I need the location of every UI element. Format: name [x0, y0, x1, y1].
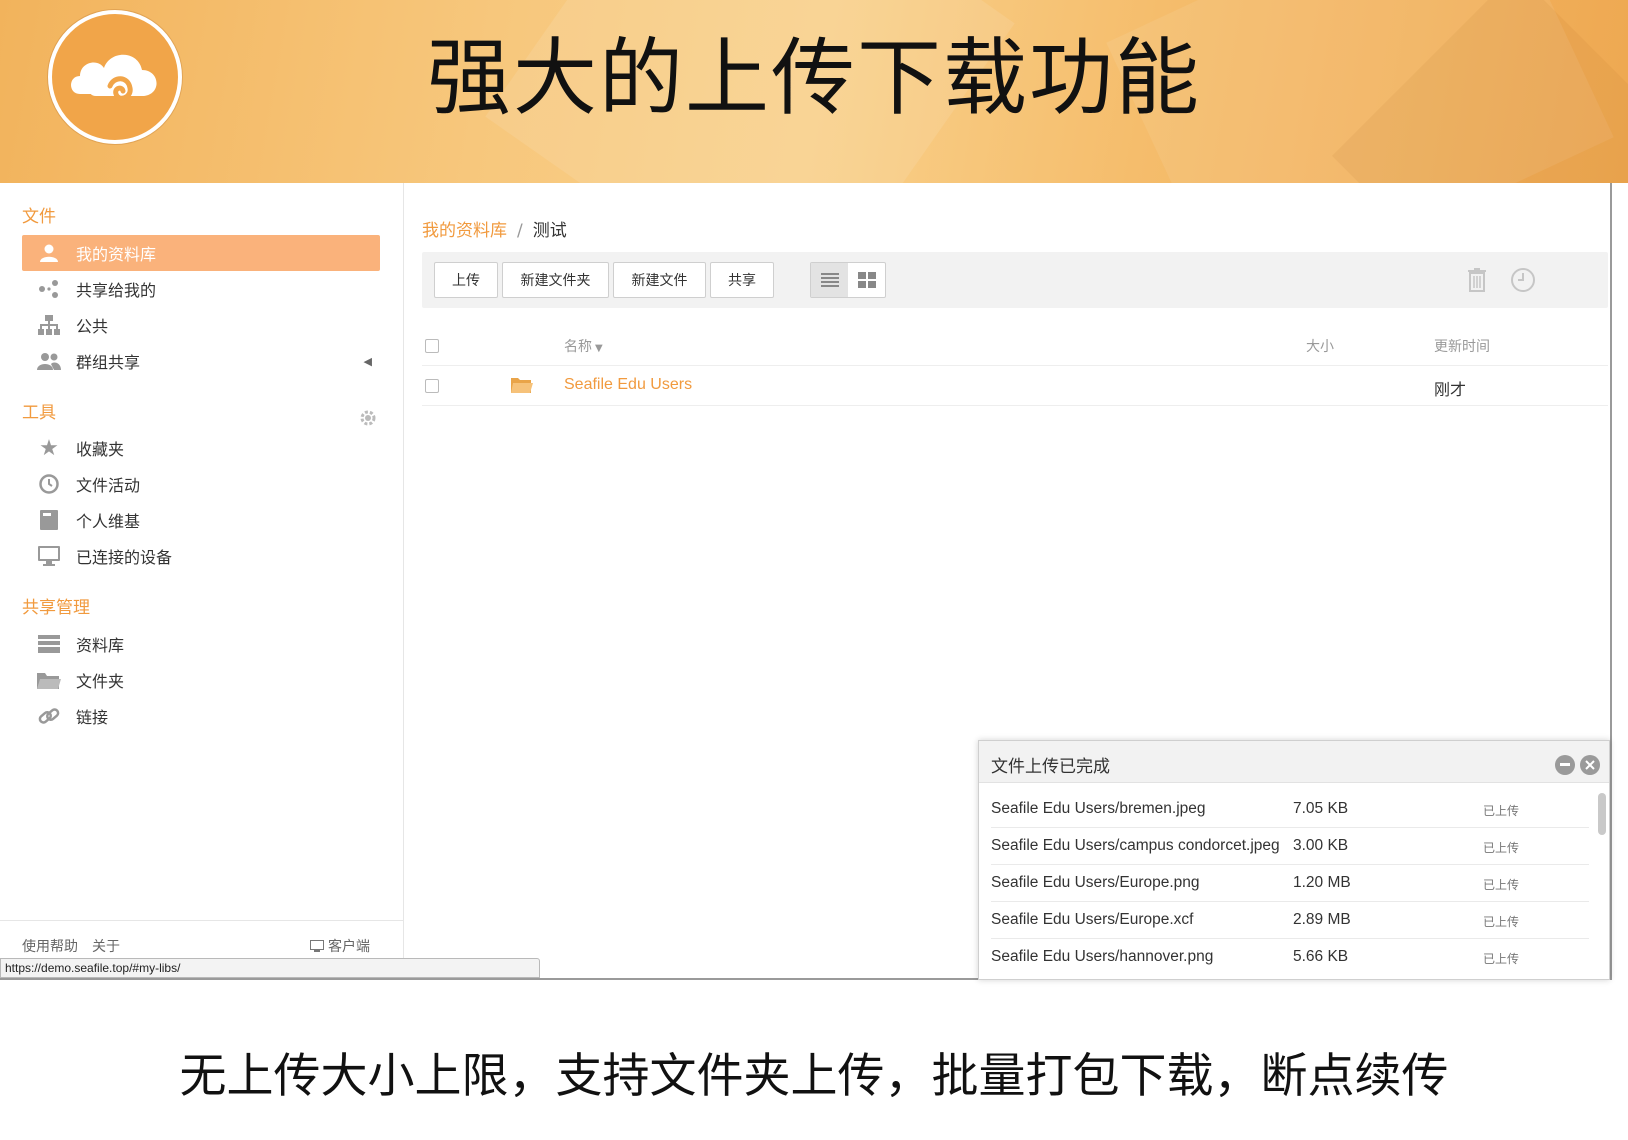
file-table-header: 名称 ▼ 大小 更新时间 — [422, 326, 1608, 366]
table-row[interactable]: Seafile Edu Users 刚才 — [422, 366, 1608, 406]
user-icon — [22, 243, 76, 263]
gear-icon[interactable] — [359, 409, 377, 431]
about-link[interactable]: 关于 — [92, 936, 120, 956]
view-mode-toggle — [810, 262, 886, 298]
share-icon — [22, 279, 76, 299]
sidebar-heading-tools: 工具 — [22, 403, 56, 423]
breadcrumb-separator: / — [517, 221, 523, 241]
sidebar-item-label: 群组共享 — [76, 353, 141, 372]
sidebar-item-group-shares[interactable]: 群组共享 ◀ — [22, 343, 380, 379]
sidebar-item-share-links[interactable]: 链接 — [22, 698, 380, 734]
toolbar: 上传 新建文件夹 新建文件 共享 — [422, 252, 1608, 308]
help-link[interactable]: 使用帮助 — [22, 936, 78, 956]
upload-progress-panel: 文件上传已完成 Seafile Edu Users/bremen.jpeg 7.… — [978, 740, 1610, 980]
select-all-checkbox[interactable] — [425, 339, 439, 353]
list-view-icon[interactable] — [811, 263, 848, 297]
group-icon — [22, 351, 76, 371]
client-label: 客户端 — [328, 939, 370, 955]
banner: 强大的上传下载功能 — [0, 0, 1628, 183]
upload-file-name: Seafile Edu Users/hannover.png — [991, 948, 1214, 965]
upload-file-size: 2.89 MB — [1293, 911, 1351, 928]
upload-status: 已上传 — [1483, 878, 1520, 892]
column-name-header[interactable]: 名称 ▼ — [564, 336, 603, 356]
new-folder-button[interactable]: 新建文件夹 — [502, 262, 609, 298]
trash-icon[interactable] — [1468, 268, 1486, 296]
sidebar-heading-files: 文件 — [22, 207, 56, 227]
sidebar-heading-share-admin: 共享管理 — [22, 598, 90, 618]
sort-down-icon: ▼ — [595, 343, 603, 354]
upload-file-size: 1.20 MB — [1293, 874, 1351, 891]
caret-left-icon[interactable]: ◀ — [364, 355, 372, 368]
upload-item: Seafile Edu Users/bremen.jpeg 7.05 KB 已上… — [991, 791, 1589, 828]
row-updated-time: 刚才 — [1434, 380, 1467, 399]
minimize-icon[interactable] — [1555, 755, 1575, 775]
upload-file-name: Seafile Edu Users/Europe.png — [991, 874, 1200, 891]
sidebar-item-label: 共享给我的 — [76, 281, 157, 300]
banner-title: 强大的上传下载功能 — [426, 29, 1201, 127]
client-link[interactable]: 客户端 — [310, 936, 370, 956]
sidebar-item-activities[interactable]: 文件活动 — [22, 466, 380, 502]
upload-item: Seafile Edu Users/hannover.png 5.66 KB 已… — [991, 939, 1589, 976]
folder-name-link[interactable]: Seafile Edu Users — [564, 376, 692, 394]
folder-icon — [510, 376, 534, 398]
sidebar-item-devices[interactable]: 已连接的设备 — [22, 538, 380, 574]
upload-scrollbar[interactable] — [1598, 793, 1606, 835]
breadcrumb: 我的资料库 / 测试 — [422, 216, 567, 241]
sidebar-item-label: 公共 — [76, 317, 109, 336]
org-tree-icon — [22, 314, 76, 336]
upload-status: 已上传 — [1483, 841, 1520, 855]
sidebar-item-label: 收藏夹 — [76, 440, 125, 459]
sidebar-item-label: 已连接的设备 — [76, 548, 173, 567]
sidebar: 文件 我的资料库 共享给我的 公共 群组共享 ◀ 工具 ★ 收藏夹 文件活动 个… — [0, 183, 404, 978]
history-icon[interactable] — [1510, 267, 1536, 297]
folder-icon — [22, 670, 76, 690]
column-name-label: 名称 — [564, 339, 592, 355]
new-file-button[interactable]: 新建文件 — [613, 262, 706, 298]
sidebar-item-wiki[interactable]: 个人维基 — [22, 502, 380, 538]
row-checkbox[interactable] — [425, 379, 439, 393]
grid-view-icon[interactable] — [848, 263, 885, 297]
sidebar-item-public[interactable]: 公共 — [22, 307, 380, 343]
sidebar-item-favorites[interactable]: ★ 收藏夹 — [22, 430, 380, 466]
column-size-header: 大小 — [1306, 339, 1334, 355]
upload-item: Seafile Edu Users/Europe.xcf 2.89 MB 已上传 — [991, 902, 1589, 939]
upload-file-size: 7.05 KB — [1293, 800, 1349, 817]
column-updated-header: 更新时间 — [1434, 339, 1490, 355]
upload-status: 已上传 — [1483, 952, 1520, 966]
monitor-icon — [310, 939, 324, 952]
upload-item: Seafile Edu Users/Europe.png 1.20 MB 已上传 — [991, 865, 1589, 902]
breadcrumb-current: 测试 — [532, 221, 567, 241]
sidebar-item-label: 链接 — [76, 708, 109, 727]
wiki-book-icon — [22, 509, 76, 531]
sidebar-item-label: 文件活动 — [76, 476, 141, 495]
sidebar-item-share-folders[interactable]: 文件夹 — [22, 662, 380, 698]
slide-caption: 无上传大小上限，支持文件夹上传，批量打包下载，断点续传 — [179, 1049, 1449, 1104]
upload-panel-title: 文件上传已完成 — [991, 757, 1110, 777]
upload-panel-header: 文件上传已完成 — [979, 741, 1609, 783]
sidebar-item-share-libraries[interactable]: 资料库 — [22, 626, 380, 662]
upload-file-name: Seafile Edu Users/Europe.xcf — [991, 911, 1194, 928]
upload-file-size: 3.00 KB — [1293, 837, 1349, 854]
breadcrumb-library-link[interactable]: 我的资料库 — [422, 221, 507, 241]
monitor-icon — [22, 545, 76, 567]
sidebar-item-shared-with-me[interactable]: 共享给我的 — [22, 271, 380, 307]
upload-file-size: 5.66 KB — [1293, 948, 1349, 965]
share-button[interactable]: 共享 — [710, 262, 774, 298]
sidebar-item-label: 资料库 — [76, 636, 125, 655]
upload-button[interactable]: 上传 — [434, 262, 498, 298]
sidebar-item-label: 个人维基 — [76, 512, 141, 531]
link-icon — [22, 705, 76, 727]
upload-item: Seafile Edu Users/campus condorcet.jpeg … — [991, 828, 1589, 865]
upload-status: 已上传 — [1483, 804, 1520, 818]
upload-status: 已上传 — [1483, 915, 1520, 929]
star-icon: ★ — [39, 435, 59, 461]
close-icon[interactable] — [1580, 755, 1600, 775]
sidebar-item-my-libraries[interactable]: 我的资料库 — [22, 235, 380, 271]
sidebar-item-label: 我的资料库 — [76, 245, 157, 264]
history-icon — [22, 473, 76, 495]
upload-file-name: Seafile Edu Users/campus condorcet.jpeg — [991, 837, 1280, 854]
sidebar-item-label: 文件夹 — [76, 672, 125, 691]
upload-file-name: Seafile Edu Users/bremen.jpeg — [991, 800, 1206, 817]
library-icon — [22, 634, 76, 654]
